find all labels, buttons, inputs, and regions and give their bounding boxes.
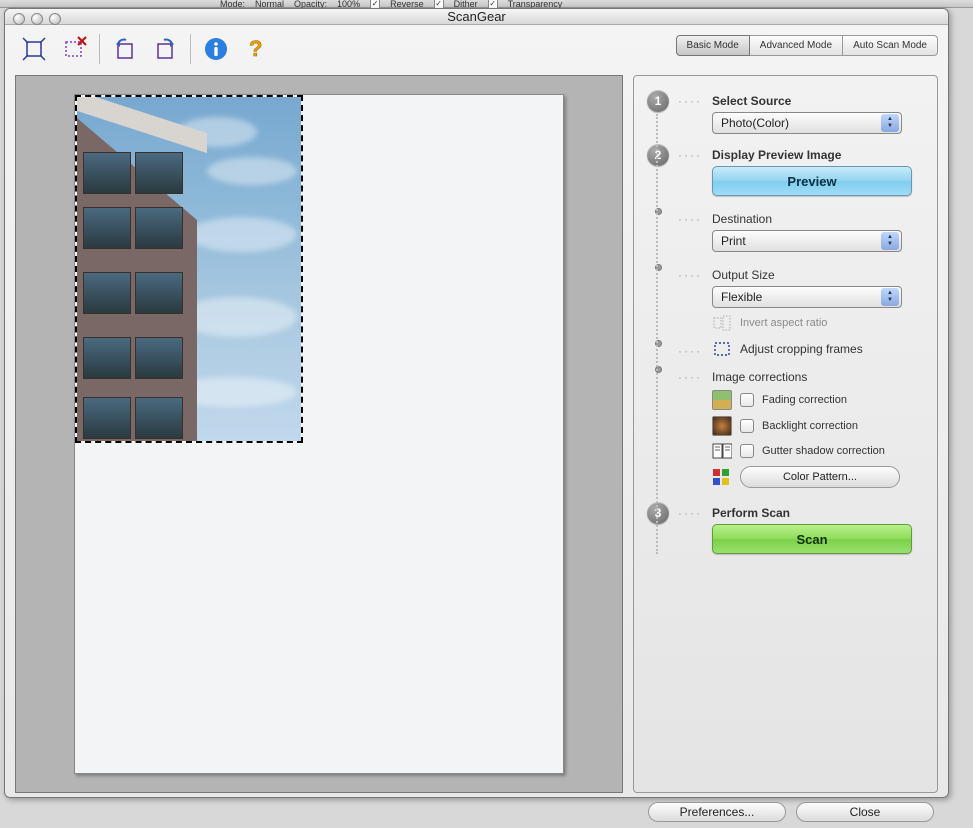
display-preview-label: Display Preview Image xyxy=(712,148,925,162)
remove-crop-icon xyxy=(61,36,87,62)
help-button[interactable]: ? xyxy=(237,31,275,67)
step-2-badge: 2 xyxy=(647,144,669,166)
scan-button[interactable]: Scan xyxy=(712,524,912,554)
destination-label: Destination xyxy=(712,212,925,226)
scangear-window: ScanGear xyxy=(4,8,949,798)
backlight-label: Backlight correction xyxy=(762,420,858,432)
invert-aspect-icon xyxy=(712,314,732,332)
backlight-thumb-icon xyxy=(712,416,732,436)
invert-aspect-label: Invert aspect ratio xyxy=(740,317,827,329)
close-traffic-icon[interactable] xyxy=(13,13,25,25)
gutter-checkbox[interactable] xyxy=(740,444,754,458)
settings-panel: 1 ···· Select Source Photo(Color) ▲▼ 2 ·… xyxy=(633,75,938,793)
toolbar-separator xyxy=(190,34,191,64)
gutter-icon xyxy=(712,442,732,460)
select-source-value: Photo(Color) xyxy=(721,116,789,130)
backlight-checkbox[interactable] xyxy=(740,419,754,433)
perform-scan-label: Perform Scan xyxy=(712,506,925,520)
preview-area xyxy=(15,75,623,793)
gutter-label: Gutter shadow correction xyxy=(762,445,885,457)
zoom-traffic-icon[interactable] xyxy=(49,13,61,25)
scan-bed[interactable] xyxy=(74,94,564,774)
select-source-label: Select Source xyxy=(712,94,925,108)
dropdown-arrows-icon: ▲▼ xyxy=(881,232,899,250)
rotate-left-button[interactable] xyxy=(106,31,144,67)
auto-crop-icon xyxy=(21,36,47,62)
window-title: ScanGear xyxy=(447,9,506,24)
minimize-traffic-icon[interactable] xyxy=(31,13,43,25)
mode-tabs: Basic Mode Advanced Mode Auto Scan Mode xyxy=(677,35,938,56)
step-1-badge: 1 xyxy=(647,90,669,112)
dropdown-arrows-icon: ▲▼ xyxy=(881,114,899,132)
preferences-button[interactable]: Preferences... xyxy=(648,802,786,822)
info-button[interactable] xyxy=(197,31,235,67)
rotate-right-icon xyxy=(152,36,178,62)
traffic-lights xyxy=(13,13,61,25)
step-rail-line xyxy=(656,114,658,554)
color-pattern-button[interactable]: Color Pattern... xyxy=(740,466,900,488)
toolbar-separator xyxy=(99,34,100,64)
preview-button[interactable]: Preview xyxy=(712,166,912,196)
close-button[interactable]: Close xyxy=(796,802,934,822)
preview-image xyxy=(77,97,301,441)
footer-buttons: Preferences... Close xyxy=(648,802,934,822)
background-app-toolbar: Mode: Normal Opacity: 100% ✓ Reverse ✓ D… xyxy=(0,0,973,8)
color-pattern-icon xyxy=(712,468,732,486)
fading-thumb-icon xyxy=(712,390,732,410)
destination-value: Print xyxy=(721,234,746,248)
crop-frame-icon xyxy=(712,340,732,358)
tab-advanced-mode[interactable]: Advanced Mode xyxy=(749,35,843,56)
info-icon xyxy=(203,36,229,62)
dropdown-arrows-icon: ▲▼ xyxy=(881,288,899,306)
fading-checkbox[interactable] xyxy=(740,393,754,407)
step-3-badge: 3 xyxy=(647,502,669,524)
svg-text:?: ? xyxy=(249,36,262,61)
titlebar: ScanGear xyxy=(5,9,948,25)
help-icon: ? xyxy=(245,36,267,62)
tab-auto-scan-mode[interactable]: Auto Scan Mode xyxy=(842,35,938,56)
output-size-dropdown[interactable]: Flexible ▲▼ xyxy=(712,286,902,308)
toolbar: ? xyxy=(15,31,275,67)
crop-frame[interactable] xyxy=(75,95,303,443)
rotate-left-icon xyxy=(112,36,138,62)
tab-basic-mode[interactable]: Basic Mode xyxy=(676,35,750,56)
output-size-value: Flexible xyxy=(721,290,762,304)
remove-crop-button[interactable] xyxy=(55,31,93,67)
adjust-crop-label: Adjust cropping frames xyxy=(740,342,863,356)
select-source-dropdown[interactable]: Photo(Color) ▲▼ xyxy=(712,112,902,134)
rotate-right-button[interactable] xyxy=(146,31,184,67)
auto-crop-button[interactable] xyxy=(15,31,53,67)
fading-label: Fading correction xyxy=(762,394,847,406)
image-corrections-label: Image corrections xyxy=(712,370,925,384)
destination-dropdown[interactable]: Print ▲▼ xyxy=(712,230,902,252)
output-size-label: Output Size xyxy=(712,268,925,282)
